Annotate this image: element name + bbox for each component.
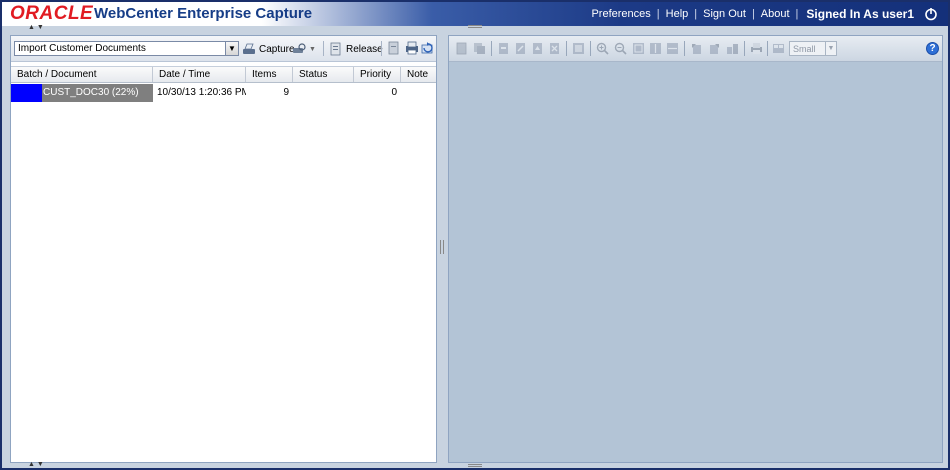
batch-panel: Import Customer Documents ▼ Capture ▼ Re… [10, 35, 437, 463]
toolbar-divider [323, 41, 324, 56]
help-link[interactable]: Help [662, 7, 693, 21]
client-profile-value: Import Customer Documents [18, 43, 146, 54]
datetime-cell: 10/30/13 1:20:36 PM [157, 87, 246, 98]
batch-table-header: Batch / Document Date / Time Items Statu… [11, 66, 436, 83]
header-links: Preferences | Help | Sign Out | About | … [587, 7, 938, 21]
page-delete-icon[interactable] [548, 42, 561, 55]
chevron-down-icon: ▼ [309, 45, 316, 53]
link-separator: | [795, 8, 799, 20]
document-icon[interactable] [387, 41, 401, 55]
rotate-right-icon[interactable] [708, 42, 721, 55]
thumbnail-size-value: Small [793, 44, 816, 54]
toolbar-divider [590, 41, 591, 56]
splitter-handle[interactable] [440, 240, 444, 254]
status-cell [293, 84, 354, 102]
release-label: Release [346, 43, 383, 55]
link-separator: | [751, 8, 755, 20]
capture-options-button[interactable]: ▼ [292, 41, 316, 57]
chevron-down-icon[interactable]: ▼ [225, 42, 238, 55]
column-header-items[interactable]: Items [246, 67, 293, 82]
scan-settings-icon [292, 42, 306, 56]
batch-toolbar: Import Customer Documents ▼ Capture ▼ Re… [11, 36, 436, 62]
column-header-note[interactable]: Note [401, 67, 434, 82]
zoom-in-icon[interactable] [596, 42, 609, 55]
page-up-icon[interactable] [531, 42, 544, 55]
power-icon[interactable] [924, 7, 938, 21]
copy-document-icon[interactable] [473, 42, 486, 55]
flip-icon[interactable] [726, 42, 739, 55]
link-separator: | [694, 8, 698, 20]
app-header: ORACLE WebCenter Enterprise Capture Pref… [2, 2, 948, 26]
app-window: ORACLE WebCenter Enterprise Capture Pref… [0, 0, 950, 470]
capture-label: Capture [259, 43, 295, 55]
priority-cell: 0 [391, 87, 397, 98]
batch-name: CUST_DOC30 (22%) [43, 87, 139, 98]
top-splitter-grip[interactable] [468, 25, 482, 28]
bottom-splitter-grip[interactable] [468, 464, 482, 467]
scanner-icon [242, 42, 256, 56]
viewer-toolbar: Small ▼ ? [449, 36, 942, 62]
thumbnail-size-icon[interactable] [772, 42, 785, 55]
zoom-out-icon[interactable] [614, 42, 627, 55]
fit-width-icon[interactable] [666, 42, 679, 55]
items-cell: 9 [283, 87, 289, 98]
release-icon [329, 42, 343, 56]
document-merge-icon[interactable] [514, 42, 527, 55]
batch-cell[interactable]: CUST_DOC30 (22%) [11, 84, 153, 102]
toolbar-divider [381, 41, 382, 56]
signed-in-user: Signed In As user1 [806, 7, 914, 21]
fit-page-icon[interactable] [632, 42, 645, 55]
oracle-logo: ORACLE [10, 3, 94, 24]
document-viewer-panel: Small ▼ ? [448, 35, 943, 463]
toolbar-divider [566, 41, 567, 56]
collapse-bottom-grip[interactable]: ▲▼ [28, 461, 46, 468]
document-split-icon[interactable] [497, 42, 510, 55]
help-icon[interactable]: ? [926, 42, 939, 55]
print-icon[interactable] [405, 41, 419, 55]
sign-out-link[interactable]: Sign Out [699, 7, 750, 21]
column-header-datetime[interactable]: Date / Time [153, 67, 246, 82]
capture-button[interactable]: Capture [242, 41, 295, 57]
column-header-priority[interactable]: Priority [354, 67, 401, 82]
client-profile-select[interactable]: Import Customer Documents ▼ [14, 41, 239, 56]
about-link[interactable]: About [757, 7, 794, 21]
app-title: WebCenter Enterprise Capture [94, 5, 313, 22]
refresh-icon[interactable] [421, 41, 435, 55]
preferences-link[interactable]: Preferences [587, 7, 654, 21]
column-header-status[interactable]: Status [293, 67, 354, 82]
table-row[interactable]: CUST_DOC30 (22%) 10/30/13 1:20:36 PM 9 0 [11, 84, 436, 102]
toolbar-divider [767, 41, 768, 56]
rotate-left-icon[interactable] [690, 42, 703, 55]
column-header-batch[interactable]: Batch / Document [11, 67, 153, 82]
note-cell [401, 84, 434, 102]
panel-splitter[interactable] [438, 35, 446, 463]
collapse-top-grip[interactable]: ▲▼ [28, 24, 46, 31]
thumbnail-icon[interactable] [572, 42, 585, 55]
release-button[interactable]: Release [329, 41, 383, 57]
thumbnail-size-select[interactable]: Small ▼ [789, 41, 837, 56]
toolbar-divider [684, 41, 685, 56]
toolbar-divider [491, 41, 492, 56]
batch-progress-bar [11, 84, 43, 102]
chevron-down-icon[interactable]: ▼ [825, 42, 836, 55]
toolbar-divider [744, 41, 745, 56]
print-icon[interactable] [750, 42, 763, 55]
link-separator: | [656, 8, 660, 20]
fit-height-icon[interactable] [649, 42, 662, 55]
new-document-icon[interactable] [455, 42, 468, 55]
